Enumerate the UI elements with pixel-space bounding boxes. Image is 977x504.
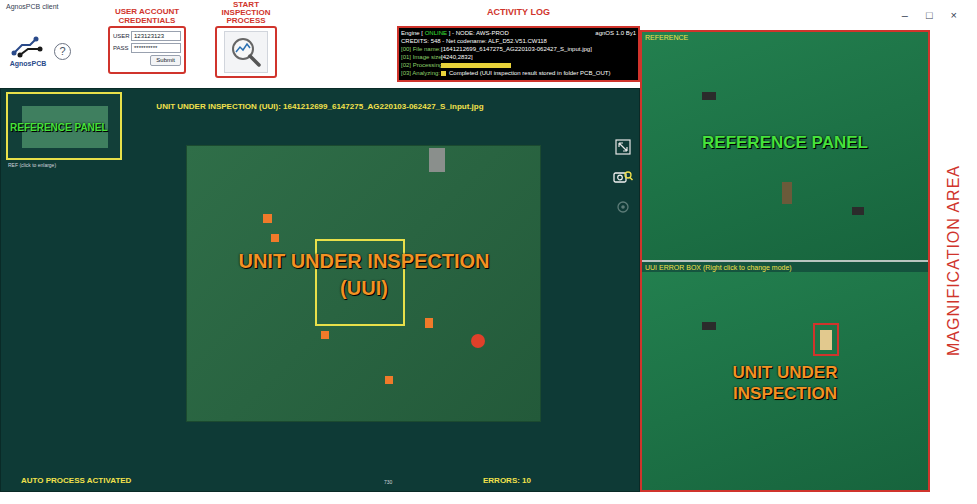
help-button[interactable]: ? — [54, 43, 71, 60]
uui-view[interactable]: UUI ERROR BOX (Right click to change mod… — [642, 262, 928, 490]
reference-view-label-wrap: REFERENCE PANEL — [642, 130, 928, 156]
uui-label: UNIT UNDER INSPECTION (UUI) — [238, 250, 489, 299]
start-group: START INSPECTION PROCESS — [214, 0, 278, 78]
logo-row: AgnosPCB ? — [6, 35, 100, 68]
process-status: AUTO PROCESS ACTIVATED — [21, 475, 131, 487]
uui-view-label: UNIT UNDER INSPECTION — [695, 362, 875, 404]
start-inspection-button[interactable] — [224, 31, 268, 73]
error-count: ERRORS: 10 — [483, 475, 531, 487]
engine-line: Engine [ ONLINE ] - NODE: AWS-PROD agnOS… — [401, 29, 636, 37]
start-annotation-wrap: START INSPECTION PROCESS — [214, 0, 278, 26]
log-value: Completed (UUI inspection result stored … — [449, 69, 610, 77]
log-step: [03] Analyzing: — [401, 69, 441, 77]
maximize-button[interactable]: □ — [926, 7, 933, 24]
magnification-row: REFERENCE REFERENCE PANEL UUI ERROR BOX … — [640, 30, 977, 492]
uui-view-label-wrap: UNIT UNDER INSPECTION — [642, 362, 928, 404]
log-annotation-wrap: ACTIVITY LOG — [397, 0, 640, 26]
pass-label: PASS — [113, 44, 129, 52]
done-indicator — [441, 71, 446, 76]
component — [820, 330, 832, 350]
version-label: agnOS 1.0 By1 — [595, 29, 636, 37]
reference-label: REFERENCE PANEL — [10, 120, 108, 135]
log-annotation: ACTIVITY LOG — [487, 6, 550, 20]
reference-view[interactable]: REFERENCE REFERENCE PANEL — [642, 32, 928, 260]
user-label: USER — [113, 32, 129, 40]
node-label: ] - NODE: AWS-PROD — [449, 30, 509, 36]
component — [702, 322, 716, 330]
credits-line: CREDITS: 548 - Net codename: ALF_D52.V51… — [401, 37, 636, 45]
log-entry: [03] Analyzing: Completed (UUI inspection… — [401, 69, 636, 77]
reference-thumbnail[interactable]: REFERENCE PANEL — [6, 92, 122, 160]
engine-status: Engine [ ONLINE ] - NODE: AWS-PROD — [401, 29, 509, 37]
reference-caption: REF (click to enlarge) — [8, 162, 56, 170]
header: AgnosPCB client AgnosPCB ? — [0, 0, 640, 88]
submit-button[interactable]: Submit — [150, 55, 181, 66]
credentials-annotation: USER ACCOUNT CREDENTIALS — [108, 7, 186, 25]
connector — [429, 148, 445, 172]
user-row: USER 123123123 — [113, 31, 181, 41]
log-value: [4240,2832] — [441, 53, 473, 61]
log-entry: [02] Processing: — [401, 61, 636, 69]
log-entries: [00] File name:[1641212699_6147275_AG220… — [401, 45, 636, 77]
log-entry: [01] Image size:[4240,2832] — [401, 53, 636, 61]
log-step: [02] Processing: — [401, 61, 441, 69]
logo-text: AgnosPCB — [10, 59, 47, 68]
uui-label-wrap: UNIT UNDER INSPECTION (UUI) — [219, 248, 509, 302]
expand-icon[interactable] — [615, 139, 631, 155]
engine-label: Engine [ — [401, 30, 423, 36]
error-marker[interactable] — [321, 331, 329, 339]
error-marker[interactable] — [271, 234, 279, 242]
reference-view-label: REFERENCE PANEL — [702, 133, 868, 152]
activity-log: Engine [ ONLINE ] - NODE: AWS-PROD agnOS… — [397, 26, 640, 82]
credentials-box: USER 123123123 PASS ********** Submit — [108, 26, 186, 74]
inspection-title: UNIT UNDER INSPECTION (UUI): 1641212699_… — [156, 102, 483, 111]
user-field[interactable]: 123123123 — [131, 31, 181, 41]
credentials-group: USER ACCOUNT CREDENTIALS USER 123123123 … — [108, 0, 186, 74]
close-button[interactable]: × — [951, 7, 957, 24]
side-column: – □ × REFERENCE REFERENCE PANEL UUI E — [640, 0, 977, 504]
error-box[interactable] — [813, 323, 839, 356]
error-marker[interactable] — [385, 376, 393, 384]
inspection-panel: UNIT UNDER INSPECTION (UUI): 1641212699_… — [0, 88, 640, 492]
error-marker[interactable] — [263, 214, 272, 223]
start-annotation: START INSPECTION PROCESS — [214, 1, 278, 25]
error-marker[interactable] — [425, 318, 433, 328]
magnification-annotation: MAGNIFICATION AREA — [942, 165, 966, 356]
pass-row: PASS ********** — [113, 43, 181, 53]
minimize-button[interactable]: – — [902, 7, 908, 24]
uui-board[interactable]: UNIT UNDER INSPECTION (UUI) — [186, 145, 541, 422]
camera-zoom-icon[interactable] — [613, 169, 633, 185]
pass-field[interactable]: ********** — [131, 43, 181, 53]
magnification-annotation-wrap: MAGNIFICATION AREA — [930, 30, 977, 492]
view-tools — [613, 139, 633, 215]
log-entry: [00] File name:[1641212699_6147275_AG220… — [401, 45, 636, 53]
credentials-annotation-wrap: USER ACCOUNT CREDENTIALS — [108, 0, 186, 26]
logo: AgnosPCB — [6, 35, 50, 68]
window-controls: – □ × — [640, 0, 977, 30]
engine-state: ONLINE — [425, 30, 447, 36]
window-title: AgnosPCB client — [6, 2, 100, 11]
log-step: [01] Image size: — [401, 53, 441, 61]
progress-track — [441, 63, 511, 68]
activity-log-group: ACTIVITY LOG Engine [ ONLINE ] - NODE: A… — [397, 0, 640, 82]
component — [702, 92, 716, 100]
error-marker[interactable] — [471, 334, 485, 348]
progress-fill — [441, 63, 511, 68]
component — [782, 182, 792, 204]
component — [852, 207, 864, 215]
ruler-value: 730 — [384, 479, 392, 487]
app-window: AgnosPCB client AgnosPCB ? — [0, 0, 977, 504]
main-column: AgnosPCB client AgnosPCB ? — [0, 0, 640, 504]
log-step: [00] File name: — [401, 45, 441, 53]
magnification-area: REFERENCE REFERENCE PANEL UUI ERROR BOX … — [640, 30, 930, 492]
brand: AgnosPCB client AgnosPCB ? — [0, 0, 100, 68]
settings-icon[interactable] — [615, 199, 631, 215]
magnifier-chart-icon — [229, 35, 263, 69]
circuit-logo-icon — [10, 35, 46, 59]
reference-view-title: REFERENCE — [645, 33, 688, 44]
log-value: [1641212699_6147275_AG220103-062427_S_in… — [441, 45, 592, 53]
uui-view-title: UUI ERROR BOX (Right click to change mod… — [645, 263, 792, 274]
bottom-strip — [0, 492, 640, 504]
start-box — [215, 26, 277, 78]
